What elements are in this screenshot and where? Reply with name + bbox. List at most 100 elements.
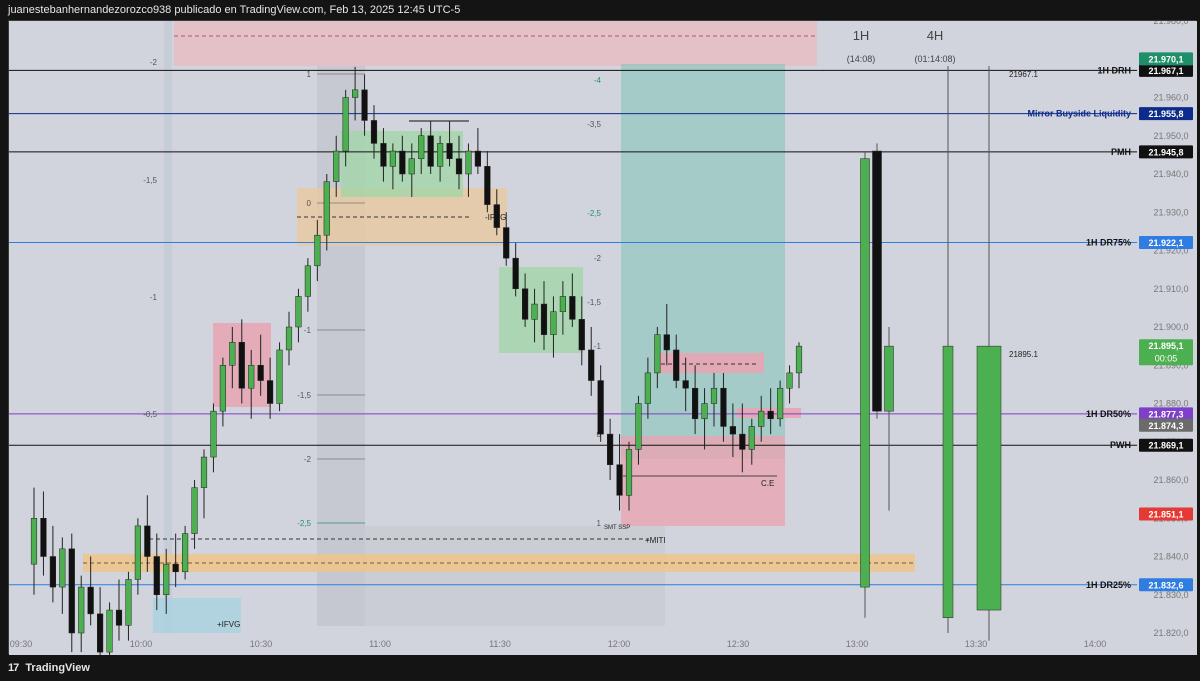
candle-body <box>361 89 368 121</box>
candle-body <box>578 319 585 351</box>
fib-label: -1,5 <box>587 298 601 307</box>
candle-body <box>144 525 151 557</box>
candle-body <box>352 89 359 98</box>
session-shade <box>164 21 172 633</box>
timeframe-label: 1H <box>853 28 870 43</box>
price-axis-label: 21.970,1 <box>1148 54 1183 64</box>
candle-body <box>729 426 736 435</box>
candle-body <box>370 120 378 144</box>
fib-label: -2 <box>594 254 602 263</box>
footer-brand: TradingView <box>25 662 90 674</box>
candle-body <box>569 296 576 320</box>
candle-body <box>455 158 463 175</box>
fib-label: -1,5 <box>143 176 157 185</box>
supply-zone-top <box>174 21 817 66</box>
y-tick-label: 21.840,0 <box>1153 552 1188 562</box>
annotation-label: C.E <box>761 479 774 488</box>
candle-body <box>97 613 104 653</box>
price-axis-label: 21.967,1 <box>1148 66 1183 76</box>
price-axis-label: 21.895,1 <box>1148 341 1183 351</box>
candle-body <box>229 342 236 366</box>
candle-body <box>484 166 491 205</box>
price-line-label: PMH <box>1111 147 1131 157</box>
fib-label: -1 <box>150 293 158 302</box>
candlestick-chart[interactable]: 1H DRH Mirror Buyside Liquidity PMH 1H DR75… <box>9 21 1197 655</box>
y-tick-label: 21.950,0 <box>1153 131 1188 141</box>
candle-body <box>68 548 75 634</box>
candle-body <box>550 311 557 335</box>
chart-frame[interactable]: 1H DRH Mirror Buyside Liquidity PMH 1H DR75… <box>8 20 1197 655</box>
price-axis-label: 21.869,1 <box>1148 441 1183 451</box>
candle-body <box>163 563 170 596</box>
price-axis-label: 21.955,8 <box>1148 109 1183 119</box>
candle-body <box>701 403 708 420</box>
tradingview-logo[interactable]: 17 TradingView <box>8 656 90 681</box>
candle-body <box>342 97 349 152</box>
timeframe-countdown: (14:08) <box>847 54 876 64</box>
candle-body <box>182 533 189 573</box>
y-tick-label: 21.910,0 <box>1153 284 1188 294</box>
annotation-label: 21967.1 <box>1009 70 1038 79</box>
candle-body <box>200 456 208 488</box>
y-tick-label: 21.940,0 <box>1153 169 1188 179</box>
candle-body <box>786 372 793 389</box>
price-axis-label: 21.874,3 <box>1148 421 1183 431</box>
fib-label: -2 <box>150 58 158 67</box>
chart-title: juanestebanhernandezorozco938 publicado … <box>8 4 461 16</box>
candle-body <box>389 150 396 167</box>
candle-body <box>153 556 160 595</box>
htf-candle-body <box>872 150 882 412</box>
footer: 17 TradingView <box>0 656 1200 681</box>
price-axis-label: 21.851,1 <box>1148 510 1183 520</box>
candle-body <box>625 449 633 496</box>
fib-label: -1,5 <box>297 391 311 400</box>
candle-body <box>607 433 614 465</box>
candle-body <box>531 303 538 320</box>
candle-body <box>673 349 680 381</box>
candle-body <box>692 387 699 420</box>
candle-body <box>777 387 784 420</box>
price-line-label: 1H DR50% <box>1086 409 1131 419</box>
x-tick-label: 14:00 <box>1084 639 1107 649</box>
candle-body <box>720 387 727 427</box>
candle-body <box>522 288 529 320</box>
fib-label: -2,5 <box>587 209 601 218</box>
y-tick-label: 21.960,0 <box>1153 93 1188 103</box>
candle-body <box>78 586 85 634</box>
range-shade-lower <box>317 526 665 626</box>
candle-body <box>739 433 746 450</box>
candle-body <box>134 525 141 580</box>
candle-body <box>380 143 387 167</box>
candle-body <box>219 365 226 412</box>
price-axis-label: 21.832,6 <box>1148 580 1183 590</box>
price-line-label: Mirror Buyside Liquidity <box>1027 109 1131 119</box>
candle-body <box>588 349 595 381</box>
price-axis-label: 21.922,1 <box>1148 238 1183 248</box>
candle-body <box>323 181 330 236</box>
htf-candle-body <box>860 158 870 588</box>
price-line-label: 1H DRH <box>1097 65 1131 75</box>
candle-body <box>682 380 689 389</box>
y-tick-label: 21.930,0 <box>1153 207 1188 217</box>
x-tick-label: 10:30 <box>250 639 273 649</box>
fib-label: -2,5 <box>297 519 311 528</box>
fib-label: -2 <box>304 455 312 464</box>
price-line-label: PWH <box>1110 440 1131 450</box>
fib-label: -4 <box>594 76 602 85</box>
htf-candle-body <box>884 345 894 412</box>
candle-body <box>40 518 47 557</box>
candle-body <box>758 410 765 427</box>
candle-body <box>663 334 670 351</box>
tradingview-logo-icon: 17 <box>8 662 19 674</box>
fib-label: 0 <box>307 199 312 208</box>
timeframe-countdown: (01:14:08) <box>914 54 955 64</box>
candle-body <box>427 135 434 167</box>
candle-body <box>295 296 302 328</box>
x-tick-label: 12:00 <box>608 639 631 649</box>
y-tick-label: 21.980,0 <box>1153 21 1188 26</box>
candle-body <box>408 158 415 175</box>
timeframe-label: 4H <box>927 28 944 43</box>
candle-body <box>59 548 66 588</box>
candle-body <box>559 296 566 312</box>
candle-body <box>276 349 283 404</box>
